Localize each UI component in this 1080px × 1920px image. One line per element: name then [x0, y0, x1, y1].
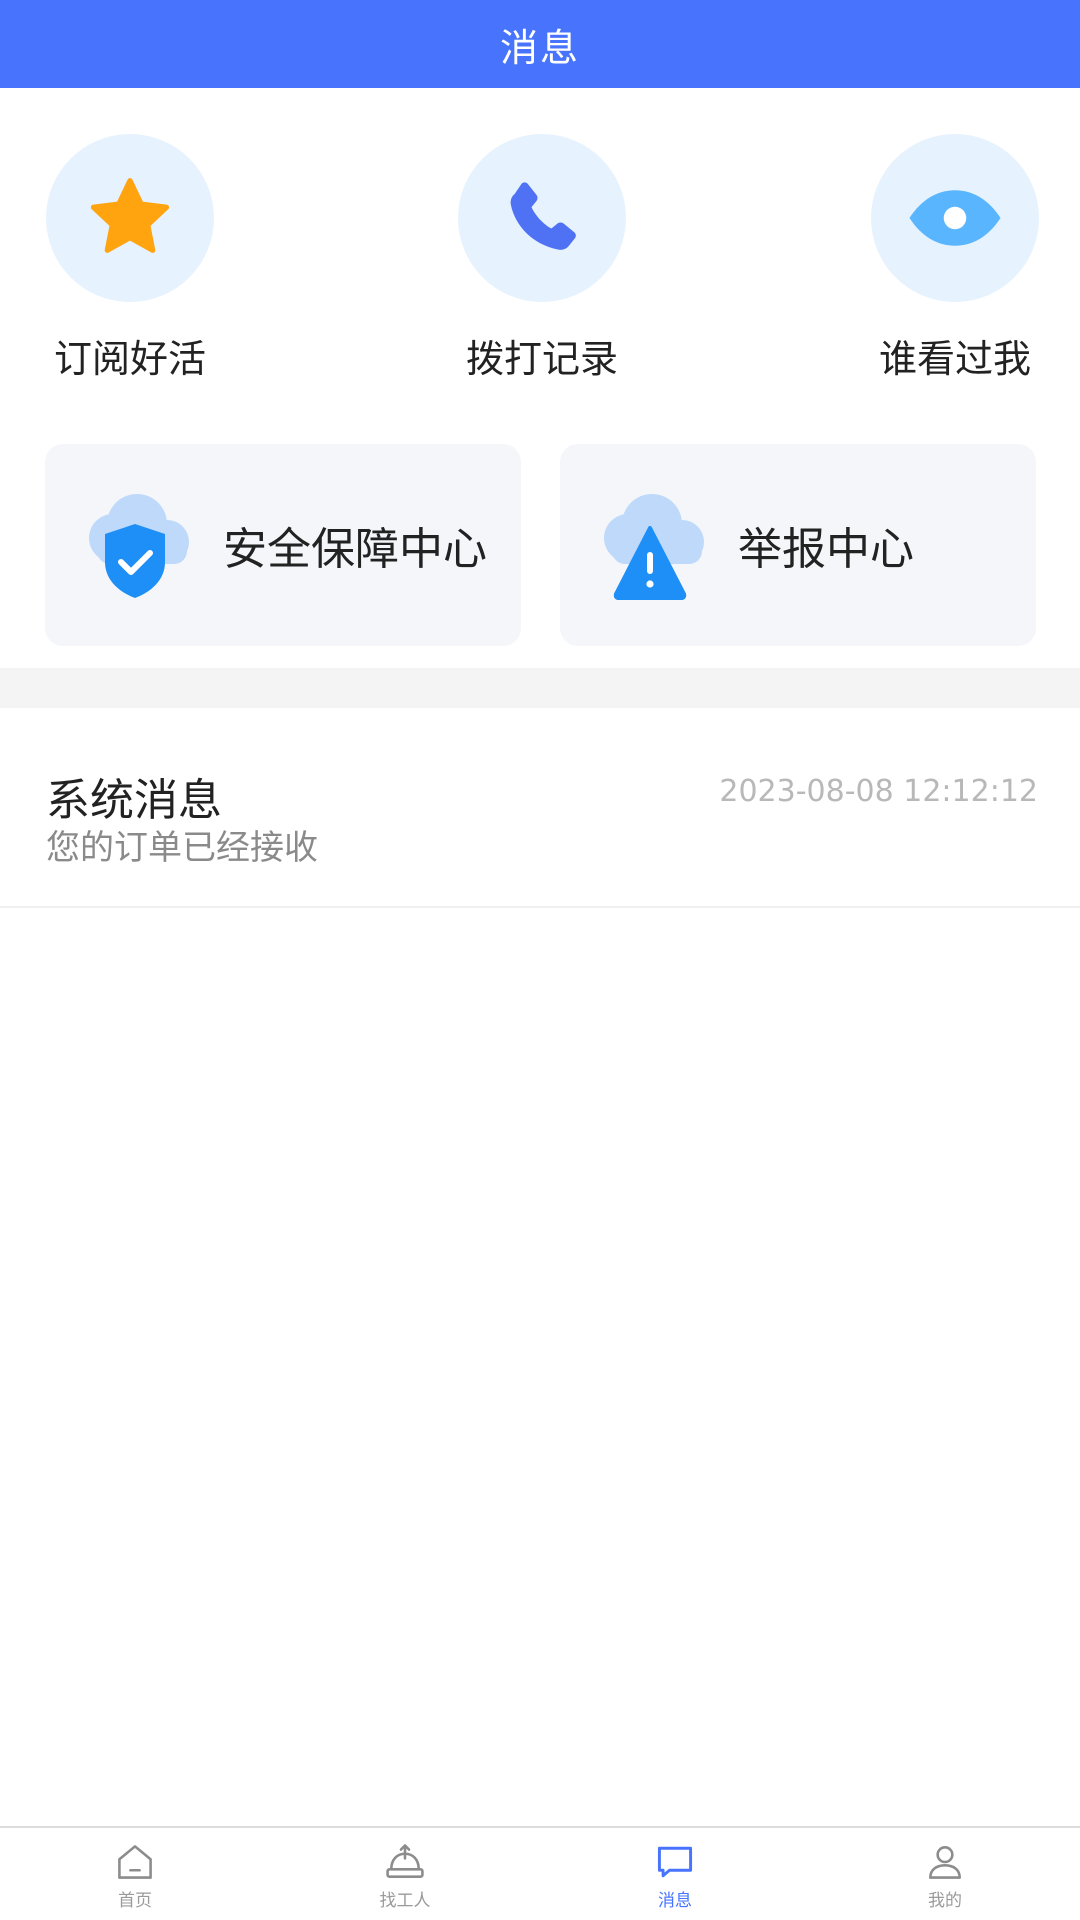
card-label: 安全保障中心 [223, 524, 487, 575]
quick-action-circle [46, 134, 214, 302]
home-icon [118, 1845, 152, 1879]
message-preview: 您的订单已经接收 [46, 828, 318, 868]
user-icon [929, 1846, 961, 1879]
message-title: 系统消息 [46, 775, 222, 826]
tab-label: 首页 [118, 1891, 152, 1911]
messages-page: 消息 订阅好活 拨打记录 谁看过我 安全保障中心 举报中心 系统消息 2023-… [0, 0, 1080, 1920]
quick-action-label: 订阅好活 [53, 337, 206, 381]
section-divider [0, 668, 1080, 708]
eye-icon [909, 190, 1001, 246]
card-label: 举报中心 [738, 524, 914, 575]
phone-icon [510, 182, 576, 250]
quick-action-circle [871, 134, 1039, 302]
quick-action-circle [458, 134, 626, 302]
message-icon [657, 1846, 693, 1878]
report-center-card[interactable]: 举报中心 [560, 444, 1036, 646]
app-header: 消息 [0, 0, 1080, 88]
warning-icon [604, 494, 704, 600]
star-icon [90, 178, 170, 253]
quick-action-label: 拨打记录 [465, 337, 618, 381]
quick-action-subscribe[interactable]: 订阅好活 [45, 134, 215, 383]
page-title: 消息 [499, 25, 580, 70]
tab-messages[interactable]: 消息 [540, 1828, 810, 1920]
safety-center-card[interactable]: 安全保障中心 [45, 444, 521, 646]
tab-find-workers[interactable]: 找工人 [270, 1828, 540, 1920]
shield-check-icon [89, 494, 189, 598]
message-list-item[interactable]: 系统消息 2023-08-08 12:12:12 您的订单已经接收 [0, 708, 1080, 908]
tab-label: 找工人 [379, 1891, 431, 1911]
hard-hat-icon [386, 1844, 424, 1878]
quick-action-call-records[interactable]: 拨打记录 [457, 134, 627, 383]
quick-action-label: 谁看过我 [878, 337, 1031, 381]
quick-action-viewed-me[interactable]: 谁看过我 [870, 134, 1040, 383]
tab-home[interactable]: 首页 [0, 1828, 270, 1920]
tab-label: 我的 [928, 1891, 962, 1911]
tab-label: 消息 [658, 1891, 692, 1911]
tab-profile[interactable]: 我的 [810, 1828, 1080, 1920]
bottom-tab-bar: 首页 找工人 消息 我的 [0, 1826, 1080, 1920]
message-timestamp: 2023-08-08 12:12:12 [719, 774, 1038, 809]
